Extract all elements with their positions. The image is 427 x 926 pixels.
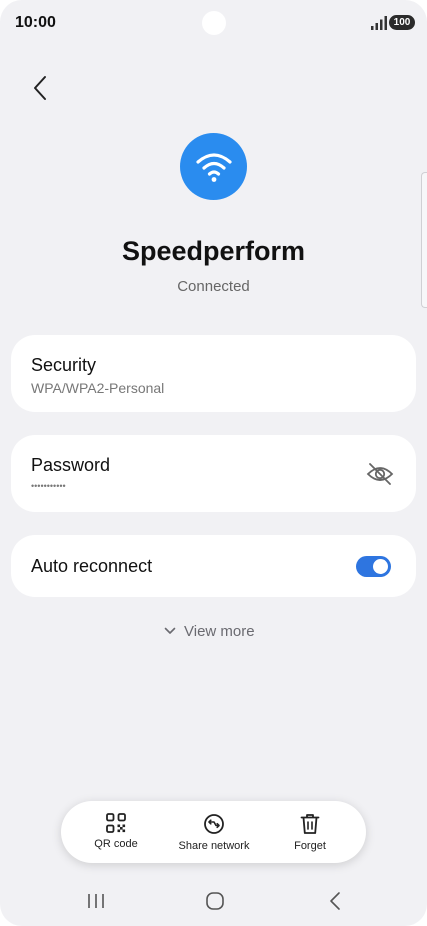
forget-label: Forget (294, 840, 326, 852)
qr-code-label: QR code (94, 838, 138, 850)
password-label: Password (31, 455, 111, 475)
show-password-button[interactable] (365, 460, 395, 488)
home-button[interactable] (195, 886, 235, 916)
view-more-label: View more (184, 622, 255, 640)
status-time: 10:00 (15, 14, 56, 31)
forget-button[interactable]: Forget (275, 801, 345, 863)
share-network-icon (204, 814, 224, 834)
eye-off-icon (366, 463, 394, 485)
home-icon (206, 892, 224, 910)
security-card[interactable]: Security WPA/WPA2-Personal (11, 335, 416, 412)
back-icon (330, 892, 340, 910)
toggle-knob (373, 559, 388, 574)
wifi-network-details-screen: 10:00 100 Speedperform Connected Securit… (0, 0, 427, 926)
security-label: Security (31, 355, 97, 375)
recents-icon (88, 894, 104, 908)
password-value: ••••••••••• (31, 481, 66, 491)
password-card[interactable]: Password ••••••••••• (11, 435, 416, 512)
camera-cutout (202, 11, 226, 35)
wifi-icon (195, 152, 232, 182)
auto-reconnect-card: Auto reconnect (11, 535, 416, 597)
qr-code-icon (106, 813, 126, 833)
share-network-button[interactable]: Share network (169, 801, 259, 863)
qr-code-button[interactable]: QR code (81, 801, 151, 863)
recents-button[interactable] (76, 886, 116, 916)
edge-panel-handle[interactable] (421, 172, 427, 308)
bottom-action-bar: QR code Share network Forget (61, 801, 366, 863)
status-bar: 10:00 100 (0, 0, 427, 46)
share-network-label: Share network (178, 840, 250, 852)
auto-reconnect-toggle[interactable] (356, 556, 391, 577)
network-name: Speedperform (121, 236, 306, 266)
network-icon-badge (180, 133, 247, 200)
battery-indicator: 100 (389, 15, 415, 30)
view-more-button[interactable]: View more (164, 619, 255, 643)
nav-back-button[interactable] (315, 886, 355, 916)
connection-status: Connected (177, 278, 250, 295)
back-button[interactable] (24, 72, 56, 104)
chevron-down-icon (164, 627, 176, 634)
system-nav-bar (0, 878, 427, 924)
trash-icon (300, 814, 320, 834)
chevron-left-icon (34, 76, 46, 100)
signal-bars-icon (371, 16, 387, 30)
security-value: WPA/WPA2-Personal (31, 380, 165, 396)
auto-reconnect-label: Auto reconnect (31, 556, 153, 576)
